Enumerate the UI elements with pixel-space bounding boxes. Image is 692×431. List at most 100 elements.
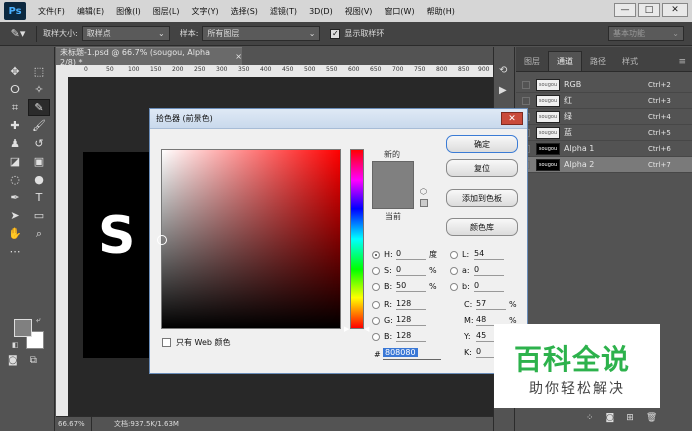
menu-filter[interactable]: 滤镜(T) — [264, 6, 303, 17]
path-selection-tool-icon[interactable]: ➤ — [4, 207, 26, 224]
channel-row-red[interactable]: sougou 红 Ctrl+3 — [516, 93, 692, 109]
field-input[interactable]: 0 — [396, 265, 426, 276]
menu-3d[interactable]: 3D(D) — [303, 7, 339, 16]
cyan-field[interactable]: C: 57 % — [464, 299, 521, 310]
clone-stamp-tool-icon[interactable]: ♟ — [4, 135, 26, 152]
brightness-field[interactable]: B: 50 % — [372, 281, 441, 292]
lab-b-radio[interactable] — [450, 282, 458, 291]
workspace-select[interactable]: 基本功能 ⌄ — [608, 26, 684, 41]
magic-wand-tool-icon[interactable]: ✧ — [28, 81, 50, 98]
save-selection-icon[interactable]: ◙ — [606, 413, 615, 423]
web-only-option[interactable]: 只有 Web 颜色 — [162, 337, 231, 348]
red-radio[interactable] — [372, 300, 380, 309]
sample-select[interactable]: 所有图层 ⌄ — [202, 26, 321, 41]
edit-toolbar-icon[interactable]: ⋯ — [4, 243, 26, 260]
lab-l-radio[interactable] — [450, 250, 458, 259]
field-input[interactable]: 50 — [396, 281, 426, 292]
channel-row-blue[interactable]: sougou 蓝 Ctrl+5 — [516, 125, 692, 141]
lasso-tool-icon[interactable]: ⵔ — [4, 81, 26, 98]
channel-row-green[interactable]: sougou 绿 Ctrl+4 — [516, 109, 692, 125]
visibility-toggle[interactable] — [522, 80, 530, 89]
blue-field[interactable]: B: 128 — [372, 331, 441, 342]
show-ring-checkbox[interactable]: ✓ — [330, 28, 341, 39]
current-color-swatch[interactable] — [372, 185, 414, 209]
eyedropper-preset-icon[interactable]: ✎▾ — [6, 25, 30, 43]
menu-window[interactable]: 窗口(W) — [378, 6, 420, 17]
minimize-button[interactable]: — — [614, 3, 636, 17]
rectangle-tool-icon[interactable]: ▭ — [28, 207, 50, 224]
menu-view[interactable]: 视图(V) — [339, 6, 379, 17]
maximize-button[interactable]: □ — [638, 3, 660, 17]
channel-row-alpha-2[interactable]: sougou Alpha 2 Ctrl+7 — [516, 157, 692, 173]
move-tool-icon[interactable]: ✥ — [4, 63, 26, 80]
zoom-tool-icon[interactable]: ⌕ — [28, 225, 50, 242]
lab-l-field[interactable]: L: 54 — [450, 249, 507, 260]
hue-field[interactable]: H: 0 度 — [372, 249, 441, 260]
quick-mask-icon[interactable]: ◙ — [8, 355, 18, 366]
field-input[interactable]: 0 — [474, 265, 504, 276]
visibility-toggle[interactable] — [522, 96, 530, 105]
menu-edit[interactable]: 编辑(E) — [71, 6, 110, 17]
load-selection-icon[interactable]: ⁘ — [586, 413, 594, 423]
menu-select[interactable]: 选择(S) — [225, 6, 264, 17]
default-colors-icon[interactable]: ◧ — [12, 341, 19, 349]
history-icon[interactable]: ⟲ — [499, 65, 507, 76]
doc-info[interactable]: 文档:937.5K/1.63M — [92, 419, 179, 429]
blur-tool-icon[interactable]: ◌ — [4, 171, 26, 188]
gradient-tool-icon[interactable]: ▣ — [28, 153, 50, 170]
panel-menu-icon[interactable]: ≡ — [672, 53, 692, 71]
lab-a-field[interactable]: a: 0 — [450, 265, 507, 276]
lab-b-field[interactable]: b: 0 — [450, 281, 507, 292]
brightness-radio[interactable] — [372, 282, 380, 291]
menu-type[interactable]: 文字(Y) — [185, 6, 224, 17]
saturation-radio[interactable] — [372, 266, 380, 275]
type-tool-icon[interactable]: T — [28, 189, 50, 206]
ok-button[interactable]: 确定 — [446, 135, 518, 153]
channel-row-rgb[interactable]: sougou RGB Ctrl+2 — [516, 77, 692, 93]
green-field[interactable]: G: 128 — [372, 315, 441, 326]
swap-colors-icon[interactable]: ⤶ — [36, 315, 40, 325]
menu-help[interactable]: 帮助(H) — [421, 6, 461, 17]
healing-brush-tool-icon[interactable]: ✚ — [4, 117, 26, 134]
lab-a-radio[interactable] — [450, 266, 458, 275]
field-input[interactable]: 128 — [396, 331, 426, 342]
hex-input[interactable]: 808080 — [383, 348, 441, 360]
sample-size-select[interactable]: 取样点 ⌄ — [81, 26, 170, 41]
tab-channels[interactable]: 通道 — [548, 51, 582, 71]
menu-layer[interactable]: 图层(L) — [147, 6, 186, 17]
brush-tool-icon[interactable]: 🖌 — [28, 117, 50, 134]
tab-styles[interactable]: 样式 — [614, 52, 646, 71]
out-of-gamut-cube-icon[interactable]: ⬡ — [420, 187, 427, 196]
tab-layers[interactable]: 图层 — [516, 52, 548, 71]
green-radio[interactable] — [372, 316, 380, 325]
eraser-tool-icon[interactable]: ◪ — [4, 153, 26, 170]
web-only-checkbox[interactable] — [162, 338, 171, 347]
play-icon[interactable]: ▶ — [499, 85, 507, 96]
add-to-swatches-button[interactable]: 添加到色板 — [446, 189, 518, 207]
color-marker[interactable] — [157, 235, 167, 245]
field-input[interactable]: 57 — [476, 299, 506, 310]
field-input[interactable]: 54 — [474, 249, 504, 260]
hue-arrow-right-icon[interactable]: ◀ — [364, 325, 369, 333]
web-safe-swatch-icon[interactable] — [420, 199, 428, 207]
field-input[interactable]: 128 — [396, 315, 426, 326]
saturation-field[interactable]: S: 0 % — [372, 265, 441, 276]
zoom-level[interactable]: 66.67% — [56, 417, 92, 431]
foreground-color-swatch[interactable] — [14, 319, 32, 337]
menu-image[interactable]: 图像(I) — [110, 6, 147, 17]
hue-arrow-left-icon[interactable]: ▶ — [344, 325, 349, 333]
red-field[interactable]: R: 128 — [372, 299, 441, 310]
close-button[interactable]: ✕ — [662, 3, 688, 17]
crop-tool-icon[interactable]: ⌗ — [4, 99, 26, 116]
field-input[interactable]: 128 — [396, 299, 426, 310]
screen-mode-icon[interactable]: ⧉ — [30, 355, 37, 366]
hue-radio[interactable] — [372, 250, 380, 259]
eyedropper-tool-icon[interactable]: ✎ — [28, 99, 50, 116]
field-input[interactable]: 0 — [474, 281, 504, 292]
dodge-tool-icon[interactable]: ● — [28, 171, 50, 188]
history-brush-tool-icon[interactable]: ↺ — [28, 135, 50, 152]
document-tab[interactable]: 未标题-1.psd @ 66.7% (sougou, Alpha 2/8) * … — [56, 47, 242, 67]
blue-radio[interactable] — [372, 332, 380, 341]
tab-paths[interactable]: 路径 — [582, 52, 614, 71]
channel-row-alpha-1[interactable]: sougou Alpha 1 Ctrl+6 — [516, 141, 692, 157]
